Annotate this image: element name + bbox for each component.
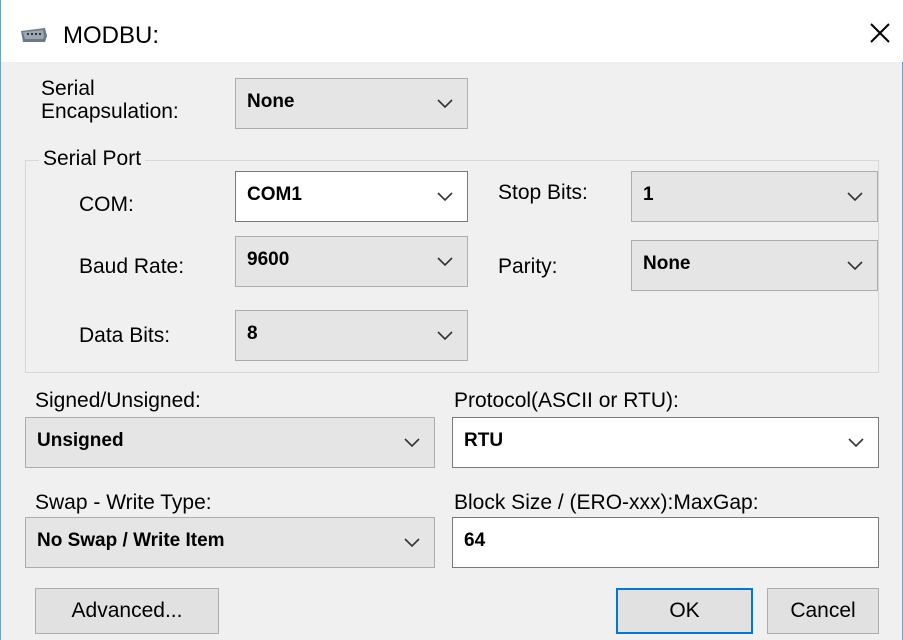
data-bits-label: Data Bits: (79, 324, 171, 347)
baud-rate-value: 9600 (247, 249, 290, 270)
block-size-label: Block Size / (ERO-xxx):MaxGap: (454, 491, 759, 514)
chevron-down-icon (437, 331, 453, 341)
signed-unsigned-label: Signed/Unsigned: (35, 389, 201, 412)
title-bar: MODBU: (1, 0, 903, 62)
chevron-down-icon (404, 438, 420, 448)
signed-unsigned-value: Unsigned (37, 430, 124, 451)
com-value: COM1 (247, 184, 302, 205)
serial-encapsulation-label-line1: Serial (41, 77, 95, 100)
protocol-label: Protocol(ASCII or RTU): (454, 389, 679, 412)
serial-encapsulation-select[interactable]: None (235, 78, 468, 129)
serial-connector-icon (21, 28, 47, 42)
data-bits-value: 8 (247, 323, 258, 344)
chevron-down-icon (404, 538, 420, 548)
baud-rate-label: Baud Rate: (79, 255, 185, 278)
block-size-value: 64 (464, 530, 486, 551)
protocol-value: RTU (464, 430, 504, 451)
serial-encapsulation-label-line2: Encapsulation: (41, 100, 179, 123)
protocol-select[interactable]: RTU (452, 417, 879, 468)
modbus-dialog: MODBU: Serial Encapsulation: None Serial… (0, 0, 903, 640)
parity-select[interactable]: None (631, 240, 878, 291)
chevron-down-icon (848, 438, 864, 448)
chevron-down-icon (437, 192, 453, 202)
baud-rate-select[interactable]: 9600 (235, 236, 468, 287)
stop-bits-select[interactable]: 1 (631, 171, 878, 222)
close-icon (870, 23, 890, 43)
close-button[interactable] (863, 16, 897, 52)
chevron-down-icon (437, 99, 453, 109)
window-title: MODBU: (63, 22, 159, 49)
signed-unsigned-select[interactable]: Unsigned (25, 417, 435, 468)
chevron-down-icon (437, 257, 453, 267)
chevron-down-icon (847, 192, 863, 202)
serial-encapsulation-value: None (247, 91, 295, 112)
parity-label: Parity: (498, 255, 558, 278)
chevron-down-icon (847, 261, 863, 271)
stop-bits-value: 1 (643, 184, 654, 205)
swap-write-type-select[interactable]: No Swap / Write Item (25, 517, 435, 568)
block-size-input[interactable]: 64 (452, 517, 879, 568)
com-select[interactable]: COM1 (235, 171, 468, 222)
swap-write-type-label: Swap - Write Type: (35, 491, 212, 514)
serial-port-legend: Serial Port (39, 147, 146, 171)
ok-button[interactable]: OK (616, 588, 753, 634)
parity-value: None (643, 253, 691, 274)
cancel-button[interactable]: Cancel (767, 588, 879, 634)
com-label: COM: (79, 193, 134, 216)
stop-bits-label: Stop Bits: (498, 181, 588, 204)
swap-write-type-value: No Swap / Write Item (37, 530, 225, 551)
advanced-button[interactable]: Advanced... (35, 588, 219, 634)
data-bits-select[interactable]: 8 (235, 310, 468, 361)
